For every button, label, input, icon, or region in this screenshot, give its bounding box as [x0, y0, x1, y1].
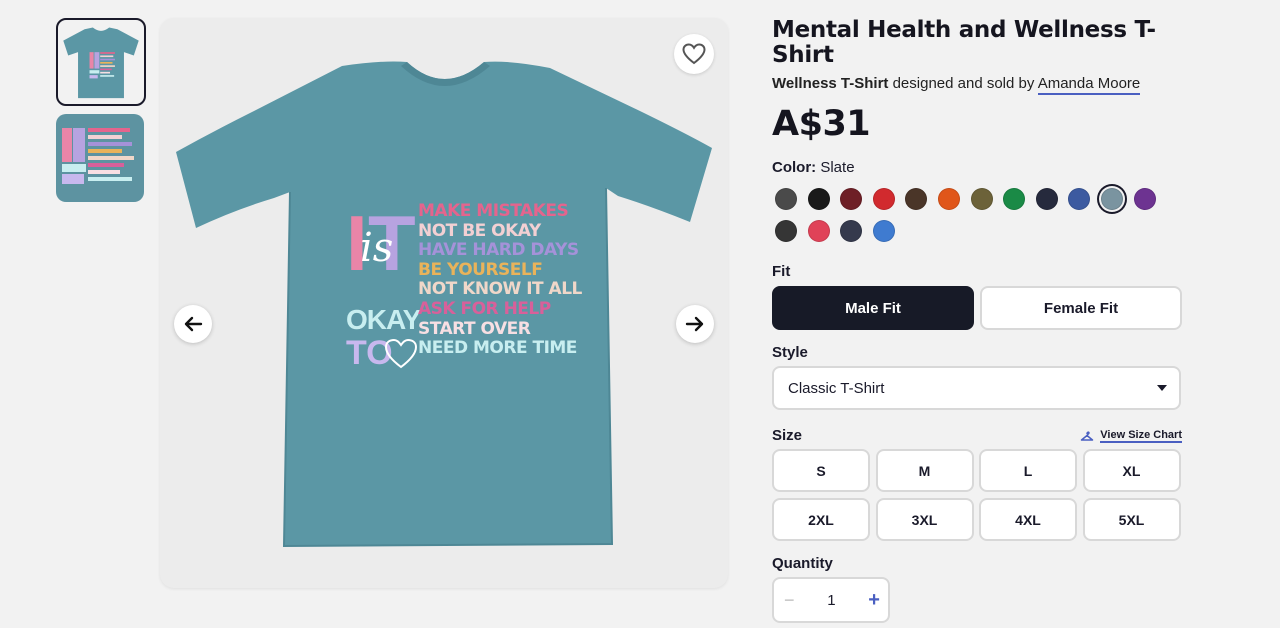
color-swatch[interactable]: [807, 188, 830, 210]
design-lines: MAKE MISTAKES NOT BE OKAY HAVE HARD DAYS…: [418, 201, 582, 359]
style-select[interactable]: Classic T-Shirt: [772, 366, 1181, 410]
design-line: NOT KNOW IT ALL: [418, 279, 582, 300]
product-image-card: I T is OKAY TO MAKE MISTAKES NOT BE OKAY…: [160, 18, 728, 588]
design-word-okay: OKAY: [346, 304, 421, 335]
color-swatch[interactable]: [1133, 188, 1156, 210]
arrow-right-icon: [685, 316, 704, 332]
design-heart-icon: [384, 338, 418, 369]
color-swatch[interactable]: [1068, 188, 1091, 210]
color-label: Color: Slate: [772, 159, 1182, 176]
color-swatch[interactable]: [1035, 188, 1058, 210]
design-word-is: is: [360, 225, 394, 271]
artist-link[interactable]: Amanda Moore: [1037, 75, 1141, 95]
thumbnail-list: [56, 18, 148, 210]
size-option-4xl[interactable]: 4XL: [979, 498, 1077, 541]
previous-image-button[interactable]: [174, 305, 212, 343]
size-option-xl[interactable]: XL: [1082, 449, 1181, 492]
shirt-design: I T is OKAY TO MAKE MISTAKES NOT BE OKAY…: [346, 201, 582, 370]
product-type: Wellness T-Shirt: [772, 75, 889, 92]
fit-label: Fit: [772, 263, 791, 280]
quantity-decrement-button[interactable]: −: [784, 590, 795, 611]
color-swatch[interactable]: [905, 188, 928, 210]
size-option-3xl[interactable]: 3XL: [875, 498, 974, 541]
design-line: NOT BE OKAY: [418, 220, 541, 241]
quantity-value[interactable]: 1: [827, 592, 835, 609]
design-line: START OVER: [418, 318, 531, 339]
size-header: Size View Size Chart: [772, 427, 1182, 444]
style-label: Style: [772, 344, 808, 361]
design-line: HAVE HARD DAYS: [418, 240, 579, 261]
color-swatch[interactable]: [775, 188, 797, 210]
next-image-button[interactable]: [676, 305, 714, 343]
arrow-left-icon: [184, 316, 203, 332]
size-option-m[interactable]: M: [875, 449, 974, 492]
caret-down-icon: [1157, 385, 1167, 391]
design-line: BE YOURSELF: [418, 259, 543, 280]
selected-color-name: Slate: [820, 159, 855, 176]
fit-option-male[interactable]: Male Fit: [772, 286, 974, 330]
design-line: ASK FOR HELP: [418, 298, 551, 319]
color-swatch[interactable]: [872, 188, 895, 210]
hanger-icon: [1081, 430, 1094, 441]
thumbnail-design[interactable]: [56, 114, 144, 202]
quantity-increment-button[interactable]: +: [868, 589, 880, 612]
designed-by-text: designed and sold by: [892, 75, 1035, 92]
color-swatch[interactable]: [937, 188, 960, 210]
style-select-value: Classic T-Shirt: [788, 379, 885, 397]
size-options: S M L XL 2XL 3XL 4XL 5XL: [772, 449, 1182, 541]
thumbnail-design-image: [62, 128, 134, 184]
thumbnail-shirt-image: [63, 27, 139, 99]
heart-outline-icon: [682, 43, 706, 65]
size-option-s[interactable]: S: [772, 449, 870, 492]
quantity-stepper: − 1 +: [772, 577, 890, 623]
color-swatch[interactable]: [872, 220, 895, 242]
color-swatch[interactable]: [970, 188, 993, 210]
color-swatch[interactable]: [775, 220, 797, 242]
color-swatch[interactable]: [1003, 188, 1026, 210]
design-line: NEED MORE TIME: [418, 338, 577, 359]
design-line: MAKE MISTAKES: [418, 201, 569, 221]
size-option-2xl[interactable]: 2XL: [772, 498, 870, 541]
color-swatch[interactable]: [840, 220, 863, 242]
product-title: Mental Health and Wellness T-Shirt: [772, 17, 1156, 68]
product-price: A$31: [772, 104, 871, 144]
color-label-text: Color:: [772, 159, 817, 176]
size-chart-label: View Size Chart: [1100, 428, 1182, 443]
product-info-panel: Mental Health and Wellness T-Shirt Welln…: [772, 18, 1182, 623]
thumbnail-shirt[interactable]: [56, 18, 146, 106]
size-label: Size: [772, 427, 803, 444]
product-byline: Wellness T-Shirt designed and sold by Am…: [772, 75, 1182, 95]
color-swatch[interactable]: [807, 220, 830, 242]
size-option-l[interactable]: L: [979, 449, 1077, 492]
color-swatch[interactable]: [840, 188, 863, 210]
size-option-5xl[interactable]: 5XL: [1082, 498, 1181, 541]
fit-options: Male Fit Female Fit: [772, 286, 1182, 330]
color-swatch[interactable]: [1100, 188, 1123, 210]
favorite-button[interactable]: [674, 34, 714, 74]
quantity-label: Quantity: [772, 555, 833, 572]
fit-option-female[interactable]: Female Fit: [980, 286, 1182, 330]
color-swatches: [772, 185, 1182, 249]
size-chart-link[interactable]: View Size Chart: [1080, 429, 1182, 443]
